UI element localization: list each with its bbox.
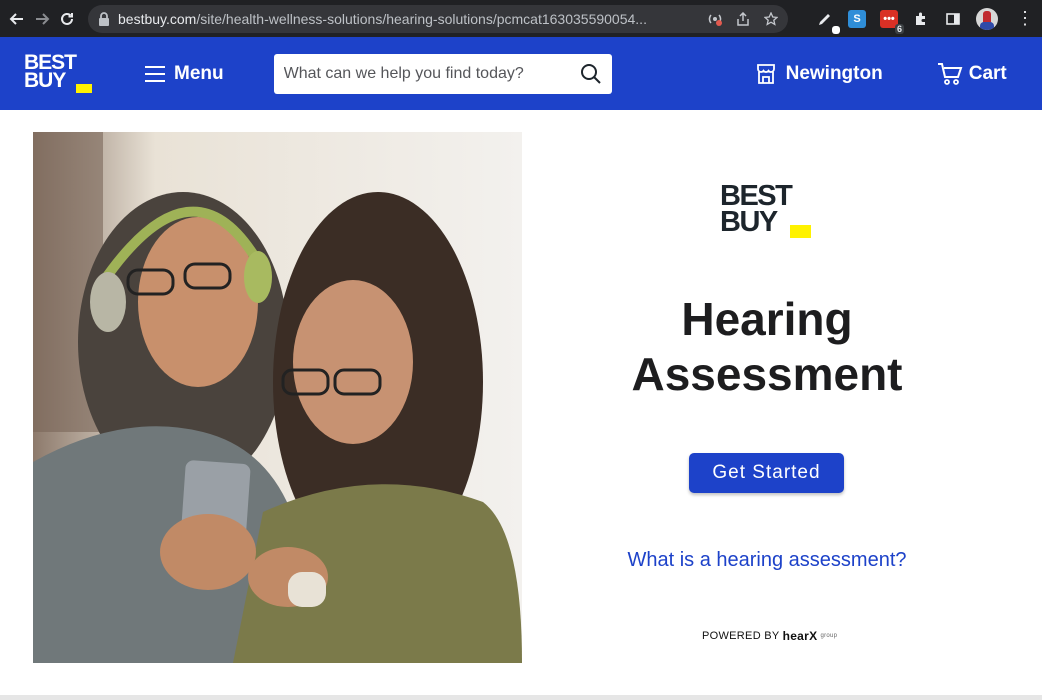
forward-button[interactable]	[33, 6, 52, 32]
arrow-left-icon	[9, 12, 24, 25]
pen-glyph-icon	[819, 13, 831, 25]
powered-prefix: POWERED BY	[702, 630, 780, 642]
back-button[interactable]	[8, 6, 27, 32]
powered-brand: hearX	[782, 629, 818, 643]
browser-toolbar: bestbuy.com/site/health-wellness-solutio…	[0, 0, 1042, 37]
cart-label: Cart	[968, 62, 1007, 84]
get-started-button[interactable]: Get Started	[689, 453, 844, 493]
pen-extension-badge	[832, 25, 841, 34]
cart-button[interactable]: Cart	[937, 62, 1007, 86]
menu-button[interactable]: Menu	[144, 63, 224, 85]
search-input[interactable]	[283, 64, 580, 83]
page-bottom-edge	[0, 695, 1042, 700]
profile-avatar[interactable]	[976, 7, 999, 30]
puzzle-glyph-icon	[916, 12, 926, 25]
star-icon[interactable]	[764, 11, 779, 26]
what-is-assessment-link[interactable]: What is a hearing assessment?	[522, 549, 1012, 572]
store-icon	[756, 63, 775, 84]
dots-extension-icon[interactable]: ••• 6	[880, 9, 905, 34]
url-path: /site/health-wellness-solutions/hearing-…	[196, 10, 647, 27]
main-content: BEST BUY Hearing Assessment Get Started …	[0, 110, 1042, 700]
extension-count-badge: 6	[895, 23, 905, 34]
side-panel-glyph-icon	[946, 12, 960, 25]
lock-icon	[99, 11, 110, 26]
title-line2: Assessment	[631, 348, 903, 400]
reload-icon	[60, 12, 73, 25]
hamburger-icon	[145, 65, 165, 82]
share-icon[interactable]	[736, 11, 750, 26]
arrow-right-icon	[36, 12, 50, 25]
store-label: Newington	[785, 62, 883, 84]
cast-blocked-icon[interactable]	[708, 12, 723, 26]
url-text: bestbuy.com/site/health-wellness-solutio…	[118, 11, 700, 27]
address-bar[interactable]: bestbuy.com/site/health-wellness-solutio…	[88, 4, 789, 33]
browser-menu-icon[interactable]: ⋮	[1016, 8, 1034, 29]
search-icon[interactable]	[580, 63, 602, 85]
menu-label: Menu	[174, 62, 224, 84]
search-box	[273, 53, 612, 94]
assessment-panel: BEST BUY Hearing Assessment Get Started …	[522, 110, 1012, 700]
bestbuy-panel-logo: BEST BUY	[720, 182, 812, 239]
panel-logo-tag	[790, 225, 811, 238]
cart-icon	[937, 62, 963, 85]
reload-button[interactable]	[57, 6, 76, 32]
powered-by: POWERED BY hearX group	[702, 629, 837, 643]
page-title: Hearing Assessment	[522, 292, 1012, 402]
bestbuy-logo[interactable]: BEST BUY	[24, 52, 92, 94]
url-host: bestbuy.com	[118, 10, 197, 27]
hero-photo	[33, 132, 522, 663]
puzzle-extensions-icon[interactable]	[912, 10, 930, 28]
pen-extension-icon[interactable]	[816, 10, 841, 34]
s-extension-icon[interactable]: S	[848, 9, 867, 28]
site-header: BEST BUY Menu Newington Cart	[0, 37, 1042, 110]
two-women-listening-image	[33, 132, 522, 663]
powered-group: group	[820, 633, 838, 639]
logo-tag	[76, 83, 92, 93]
dots-glyph-icon: •••	[883, 12, 895, 25]
side-panel-icon[interactable]	[944, 10, 962, 28]
title-line1: Hearing	[681, 293, 853, 345]
store-selector[interactable]: Newington	[754, 62, 883, 86]
